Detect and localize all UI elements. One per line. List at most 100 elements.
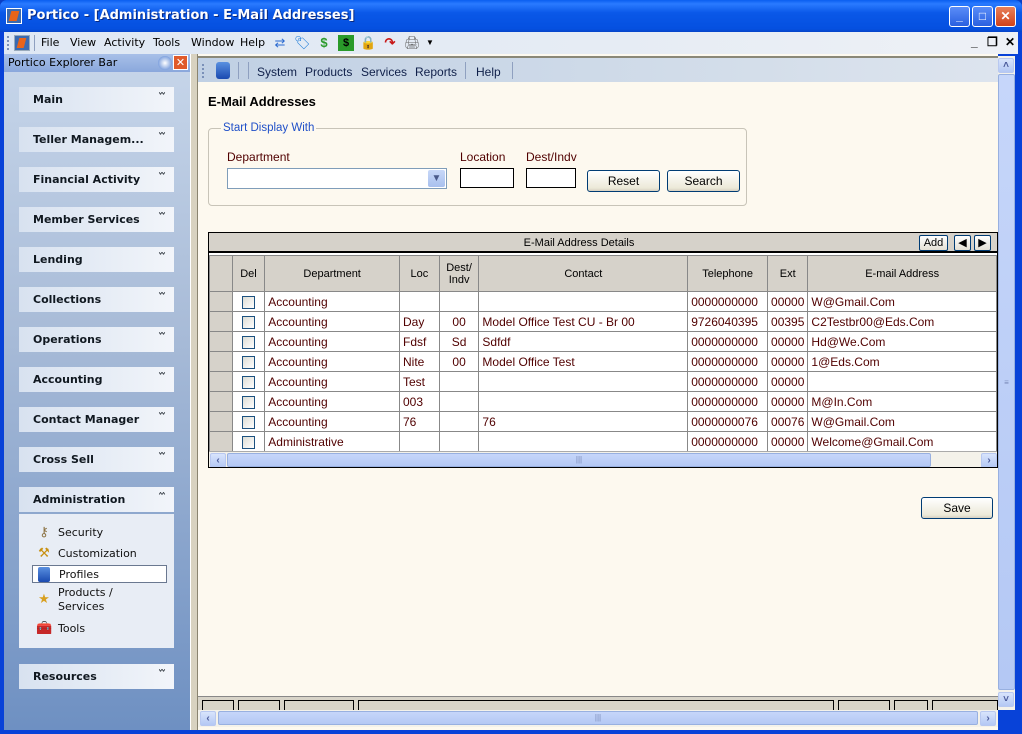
table-row[interactable]: Accounting Day 00 Model Office Test CU - Br…	[209, 311, 997, 332]
tag-icon[interactable]: 🏷	[294, 35, 311, 51]
del-checkbox[interactable]	[241, 435, 255, 449]
mdi-close-button[interactable]: ✕	[1005, 35, 1015, 49]
department-select[interactable]: ▼	[227, 168, 447, 189]
admin-item-customization[interactable]: ⚒ Customization	[32, 545, 167, 563]
add-button[interactable]: Add	[919, 235, 948, 251]
telephone-cell[interactable]: 9726040395	[687, 311, 769, 332]
department-cell[interactable]: Accounting	[264, 331, 400, 352]
scroll-left-arrow-icon[interactable]: ‹	[210, 453, 226, 467]
loc-cell[interactable]: Test	[398, 371, 440, 392]
row-selector[interactable]	[209, 431, 233, 452]
loc-cell[interactable]: Nite	[398, 351, 440, 372]
pin-icon[interactable]	[158, 56, 172, 70]
scrollbar-thumb[interactable]: |||	[218, 711, 978, 725]
column-header-del[interactable]: Del	[231, 255, 266, 292]
redo-arrow-icon[interactable]: ↷	[382, 35, 398, 51]
printer-icon[interactable]: 🖨	[404, 35, 421, 51]
row-selector[interactable]	[209, 391, 233, 412]
scroll-down-arrow-icon[interactable]: ˅	[998, 692, 1014, 707]
email-cell[interactable]: Hd@We.Com	[807, 331, 997, 352]
scroll-left-button[interactable]: ◀	[954, 235, 971, 251]
group-collections[interactable]: Collections ˅˅	[19, 287, 174, 312]
del-checkbox[interactable]	[241, 295, 255, 309]
toolbar-grip[interactable]	[202, 64, 204, 78]
chevron-down-icon[interactable]: ˅˅	[158, 412, 166, 423]
search-button[interactable]: Search	[667, 170, 740, 192]
group-accounting[interactable]: Accounting ˅˅	[19, 367, 174, 392]
dropdown-arrow-icon[interactable]: ▼	[422, 35, 438, 51]
group-administration[interactable]: Administration ˄˄	[19, 487, 174, 512]
menu-help[interactable]: Help	[240, 36, 265, 49]
dest-indv-cell[interactable]	[438, 291, 480, 312]
cash-drawer-icon[interactable]: $	[338, 35, 354, 51]
email-cell[interactable]	[807, 371, 997, 392]
loc-cell[interactable]: 003	[398, 391, 440, 412]
column-header-department[interactable]: Department	[264, 255, 400, 292]
ext-cell[interactable]: 00000	[767, 351, 809, 372]
admin-item-security[interactable]: ⚷ Security	[32, 524, 167, 542]
ext-cell[interactable]: 00000	[767, 291, 809, 312]
table-row[interactable]: Accounting 0000000000 00000 W@Gmail.Com	[209, 291, 997, 312]
row-selector[interactable]	[209, 311, 233, 332]
del-checkbox[interactable]	[241, 355, 255, 369]
contact-cell[interactable]: Sdfdf	[478, 331, 689, 352]
chevron-down-icon[interactable]: ˅˅	[158, 332, 166, 343]
dest-indv-cell[interactable]	[438, 411, 480, 432]
portico-menu-icon[interactable]	[14, 35, 30, 51]
maximize-button[interactable]: □	[972, 6, 993, 27]
contact-cell[interactable]	[478, 371, 689, 392]
scroll-right-arrow-icon[interactable]: ›	[980, 711, 996, 726]
table-row[interactable]: Accounting Test 0000000000 00000	[209, 371, 997, 392]
menu-file[interactable]: File	[41, 36, 59, 49]
del-checkbox[interactable]	[241, 335, 255, 349]
department-cell[interactable]: Administrative	[264, 431, 400, 452]
menu-window[interactable]: Window	[191, 36, 234, 49]
row-selector[interactable]	[209, 411, 233, 432]
chevron-down-icon[interactable]: ˅˅	[158, 292, 166, 303]
chevron-down-icon[interactable]: ˅˅	[158, 252, 166, 263]
group-member-services[interactable]: Member Services ˅˅	[19, 207, 174, 232]
department-cell[interactable]: Accounting	[264, 371, 400, 392]
save-button[interactable]: Save	[921, 497, 993, 519]
department-cell[interactable]: Accounting	[264, 291, 400, 312]
inner-menu-help[interactable]: Help	[476, 65, 501, 79]
group-resources[interactable]: Resources ˅˅	[19, 664, 174, 689]
telephone-cell[interactable]: 0000000000	[687, 371, 769, 392]
row-selector[interactable]	[209, 351, 233, 372]
dollar-icon[interactable]: $	[316, 35, 332, 51]
profile-icon[interactable]	[216, 62, 230, 79]
department-cell[interactable]: Accounting	[264, 351, 400, 372]
admin-item-profiles[interactable]: Profiles	[32, 565, 167, 583]
telephone-cell[interactable]: 0000000000	[687, 351, 769, 372]
loc-cell[interactable]: 76	[398, 411, 440, 432]
close-button[interactable]: ✕	[995, 6, 1016, 27]
mdi-minimize-button[interactable]: _	[971, 35, 978, 49]
scroll-up-arrow-icon[interactable]: ˄	[998, 58, 1014, 73]
del-checkbox[interactable]	[241, 375, 255, 389]
admin-item-products-services[interactable]: ★ Products / Services	[32, 586, 167, 616]
telephone-cell[interactable]: 0000000000	[687, 291, 769, 312]
column-header-contact[interactable]: Contact	[478, 255, 689, 292]
email-cell[interactable]: 1@Eds.Com	[807, 351, 997, 372]
loc-cell[interactable]	[398, 291, 440, 312]
email-cell[interactable]: M@In.Com	[807, 391, 997, 412]
scrollbar-thumb[interactable]: ≡	[998, 74, 1015, 690]
dest-indv-cell[interactable]	[438, 391, 480, 412]
chevron-down-icon[interactable]: ˅˅	[158, 669, 166, 680]
explorer-close-button[interactable]: ✕	[173, 55, 188, 70]
inner-menu-services[interactable]: Services	[361, 65, 407, 79]
telephone-cell[interactable]: 0000000000	[687, 431, 769, 452]
row-selector[interactable]	[209, 331, 233, 352]
chevron-down-icon[interactable]: ˅˅	[158, 132, 166, 143]
email-cell[interactable]: W@Gmail.Com	[807, 411, 997, 432]
dest-indv-cell[interactable]: 00	[438, 311, 480, 332]
contact-cell[interactable]	[478, 391, 689, 412]
group-teller-management[interactable]: Teller Managem... ˅˅	[19, 127, 174, 152]
menu-activity[interactable]: Activity	[104, 36, 145, 49]
location-input[interactable]	[460, 168, 514, 188]
table-row[interactable]: Accounting 003 0000000000 00000 M@In.Com	[209, 391, 997, 412]
chevron-down-icon[interactable]: ˅˅	[158, 212, 166, 223]
email-cell[interactable]: C2Testbr00@Eds.Com	[807, 311, 997, 332]
scrollbar-thumb[interactable]: |||	[227, 453, 931, 467]
dest-indv-cell[interactable]	[438, 431, 480, 452]
